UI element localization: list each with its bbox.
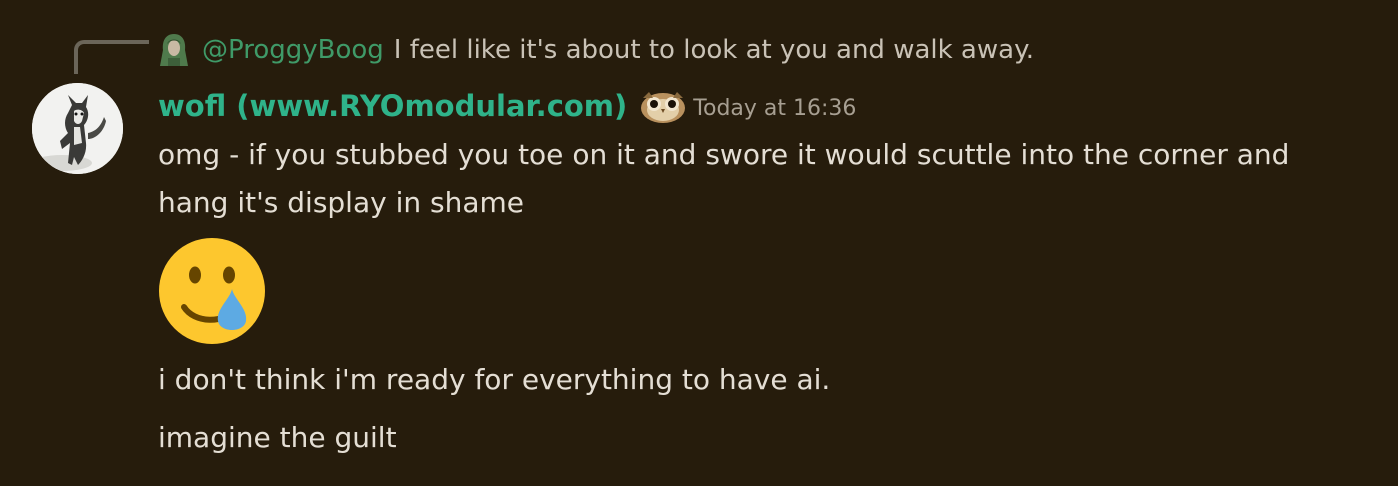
message-header: wofl (www.RYOmodular.com) Today at 16:36 (158, 84, 856, 128)
username[interactable]: wofl (www.RYOmodular.com) (158, 89, 627, 123)
message-content: i don't think i'm ready for everything t… (158, 363, 831, 396)
message-content: omg - if you stubbed you toe on it and s… (158, 138, 1290, 219)
owl-role-icon[interactable] (639, 88, 687, 124)
reply-connector (74, 40, 149, 74)
reply-avatar-icon[interactable] (158, 32, 190, 68)
message-content: imagine the guilt (158, 421, 397, 454)
smiling-face-with-tear-icon[interactable] (158, 237, 266, 345)
reply-preview[interactable]: @ProggyBoog I feel like it's about to lo… (158, 30, 1034, 70)
user-avatar[interactable] (32, 83, 123, 174)
message-timestamp[interactable]: Today at 16:36 (693, 96, 856, 121)
reply-text[interactable]: I feel like it's about to look at you an… (394, 35, 1034, 65)
reply-author-mention[interactable]: @ProggyBoog (202, 35, 384, 65)
